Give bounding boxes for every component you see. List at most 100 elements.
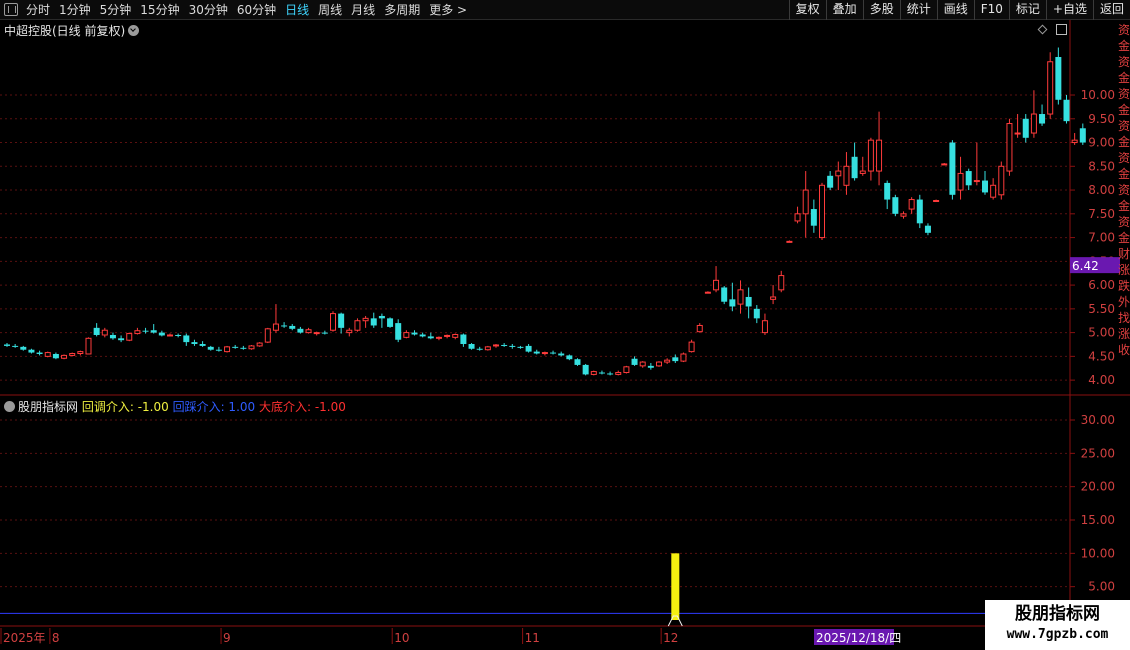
y-tick-label: 5.00 <box>1088 326 1115 340</box>
candle-body <box>941 163 948 166</box>
candle-body <box>916 199 923 224</box>
candle-body <box>729 299 736 307</box>
candle-body <box>680 353 687 362</box>
candle-body <box>558 353 565 356</box>
x-tick-label: 2025年 <box>3 631 46 645</box>
candle-body <box>313 332 320 335</box>
y-tick-label: 15.00 <box>1081 513 1115 527</box>
candle-body <box>982 180 988 193</box>
y-tick-label: 8.50 <box>1088 159 1115 173</box>
x-tick-label: 11 <box>525 631 540 645</box>
candle-body <box>20 346 27 350</box>
y-tick-label: 10.00 <box>1081 546 1115 560</box>
candle-body <box>721 287 728 302</box>
x-tick-label: 2025/12/18/四 <box>816 631 901 645</box>
signal-bar <box>671 553 680 620</box>
candle-body <box>370 318 377 326</box>
y-tick-label: 4.00 <box>1088 373 1115 387</box>
candle-body <box>704 291 711 294</box>
candle-body <box>1022 118 1029 138</box>
y-tick-label: 20.00 <box>1081 480 1115 494</box>
candle-body <box>1055 57 1062 100</box>
y-tick-label: 6.00 <box>1088 278 1115 292</box>
candle-body <box>403 332 410 338</box>
candle-body <box>419 334 426 337</box>
candle-body <box>770 296 777 300</box>
candle-body <box>167 334 173 337</box>
candle-body <box>93 327 100 335</box>
watermark-title: 股朋指标网 <box>1015 604 1100 624</box>
candle-body <box>819 184 825 239</box>
candle-body <box>786 240 793 243</box>
candle-body <box>533 351 540 354</box>
candle-body <box>574 359 581 365</box>
candle-body <box>892 197 899 214</box>
candle-body <box>12 345 19 347</box>
y-tick-label: 9.50 <box>1088 112 1115 126</box>
candle-body <box>4 344 10 346</box>
candle-body <box>517 346 524 348</box>
candle-body <box>118 338 125 341</box>
candle-body <box>998 165 1005 196</box>
candle-body <box>435 336 442 339</box>
y-tick-label: 9.00 <box>1088 136 1115 150</box>
candle-body <box>354 320 361 331</box>
candle-body <box>460 334 467 345</box>
candle-body <box>224 346 231 353</box>
candle-body <box>794 213 801 222</box>
candle-body <box>44 352 51 357</box>
candle-body <box>158 332 165 336</box>
candle-body <box>501 344 508 346</box>
candle-body <box>1071 139 1078 144</box>
candle-body <box>346 329 353 334</box>
candle-body <box>1014 132 1021 135</box>
candle-body <box>851 156 858 179</box>
candle-body <box>582 364 589 375</box>
x-tick-label: 10 <box>394 631 409 645</box>
candle-body <box>297 328 304 333</box>
candle-body <box>590 371 597 375</box>
y-tick-label: 30.00 <box>1081 413 1115 427</box>
y-tick-label: 7.50 <box>1088 207 1115 221</box>
y-tick-label: 8.00 <box>1088 183 1115 197</box>
candle-body <box>264 328 271 343</box>
candle-body <box>859 170 866 174</box>
candle-body <box>1063 99 1070 122</box>
indicator-values: 回调介入: -1.00 回踩介入: 1.00 大底介入: -1.00 <box>82 400 346 414</box>
current-price-label: 6.42 <box>1072 259 1099 273</box>
candle-body <box>623 366 630 374</box>
indicator-legend: 股朋指标网 回调介入: -1.00 回踩介入: 1.00 大底介入: -1.00 <box>4 398 346 415</box>
candle-body <box>688 341 695 353</box>
indicator-value: 大底介入: -1.00 <box>258 400 346 414</box>
candle-body <box>289 325 296 329</box>
candle-body <box>778 275 785 291</box>
candle-body <box>876 139 883 172</box>
candle-body <box>101 329 108 336</box>
candle-body <box>77 351 84 355</box>
chevron-down-icon[interactable] <box>4 401 15 412</box>
candle-body <box>1006 123 1013 172</box>
indicator-value: 回踩介入: 1.00 <box>172 400 259 414</box>
candle-body <box>525 345 532 352</box>
candle-body <box>272 323 279 331</box>
kline-chart[interactable]: 4.004.505.005.506.006.507.007.508.008.50… <box>0 0 1130 650</box>
candle-body <box>305 329 312 334</box>
candle-body <box>933 200 940 203</box>
candle-body <box>1047 61 1054 115</box>
candle-body <box>484 346 491 351</box>
y-tick-label: 7.00 <box>1088 231 1115 245</box>
candle-body <box>810 209 817 226</box>
candle-body <box>656 361 662 367</box>
candle-body <box>126 333 133 341</box>
x-tick-label: 12 <box>663 631 678 645</box>
candle-body <box>672 357 679 362</box>
candle-body <box>761 320 768 334</box>
candle-body <box>753 308 760 319</box>
candle-body <box>256 342 263 347</box>
watermark-url: www.7gpzb.com <box>1006 627 1109 642</box>
y-tick-label: 10.00 <box>1081 88 1115 102</box>
candle-body <box>191 342 198 345</box>
candle-body <box>248 345 255 350</box>
candle-body <box>493 344 499 347</box>
candle-body <box>85 337 92 355</box>
